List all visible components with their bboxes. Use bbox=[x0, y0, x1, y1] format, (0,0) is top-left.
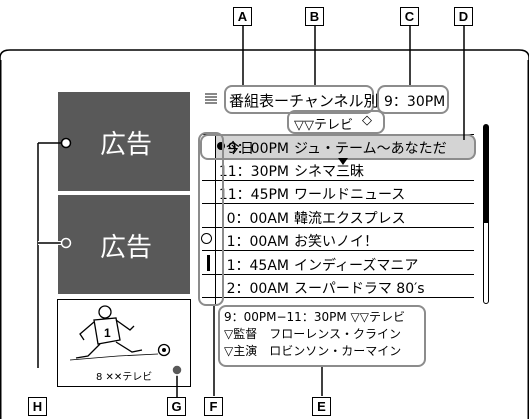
callout-d: D bbox=[454, 7, 473, 26]
callout-b: B bbox=[305, 7, 324, 26]
callout-e: E bbox=[312, 397, 331, 416]
callout-g: G bbox=[167, 397, 186, 416]
callout-leaders bbox=[213, 26, 465, 396]
callout-c: C bbox=[400, 7, 419, 26]
callout-a: A bbox=[233, 7, 252, 26]
callout-h: H bbox=[28, 397, 47, 416]
callout-f: F bbox=[204, 397, 223, 416]
